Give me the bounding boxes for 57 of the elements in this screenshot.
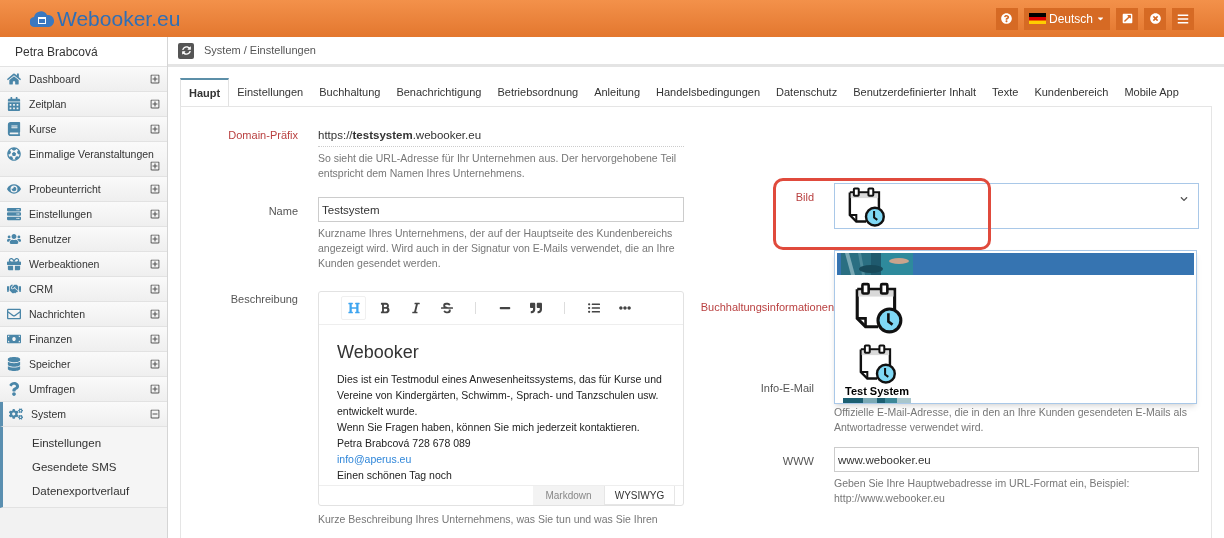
tab[interactable]: Handelsbedingungen — [648, 78, 768, 106]
help-text: Kurze Beschreibung Ihres Unternehmens, was Sie tun und was Sie Ihren — [318, 512, 659, 528]
field-label: Beschreibung — [229, 292, 298, 308]
sidebar-subitem[interactable]: Einstellungen — [3, 431, 167, 455]
help-text: So sieht die URL-Adresse für Ihr Unternehmen aus. Der hervorgehobene Teil entspricht dem Namen Ihres Unternehmens. — [318, 151, 678, 182]
sidebar-item[interactable]: Kurse — [0, 117, 167, 142]
sidebar-item[interactable]: Benutzer — [0, 227, 167, 252]
editor-mode-tab[interactable]: WYSIWYG — [604, 486, 675, 506]
field-label: WWW — [781, 454, 814, 469]
tab[interactable]: Betriebsordnung — [489, 78, 587, 106]
sidebar-item[interactable]: Zeitplan — [0, 92, 167, 117]
editor-paragraph: Einen schönen Tag noch — [337, 468, 453, 484]
domain-value: https://testsystem.webooker.eu — [318, 127, 684, 148]
sidebar-item[interactable]: System — [0, 402, 167, 427]
sidebar-item[interactable]: Dashboard — [0, 67, 167, 92]
language-dropdown[interactable]: Deutsch — [1023, 7, 1110, 30]
editor-paragraph: Wenn Sie Fragen haben, können Sie mich jederzeit kontaktieren. — [337, 420, 641, 436]
tab[interactable]: Texte — [984, 78, 1027, 106]
tab[interactable]: Einstellungen — [229, 78, 312, 106]
sidebar-item[interactable]: Probeunterricht — [0, 177, 167, 202]
tab[interactable]: Buchhaltung — [311, 78, 389, 106]
tab[interactable]: Mobile App — [1116, 78, 1187, 106]
sidebar-item[interactable]: Speicher — [0, 352, 167, 377]
sidebar-item[interactable]: Werbeaktionen — [0, 252, 167, 277]
field-label: Bild — [794, 190, 814, 205]
email-link[interactable]: info@aperus.eu — [337, 451, 665, 468]
tab[interactable]: Anleitung — [586, 78, 649, 106]
field-label: Info-E-Mail — [759, 380, 814, 396]
logo-text: Test System — [845, 385, 909, 398]
editor-heading: Webooker — [337, 341, 420, 364]
field-label: Domain-Präfix — [227, 128, 298, 143]
www-field[interactable]: www.webooker.eu — [834, 447, 1199, 472]
tab[interactable]: Benutzerdefinierter Inhalt — [845, 78, 985, 106]
name-field[interactable]: Testsystem — [318, 197, 684, 223]
sidebar-item[interactable]: Nachrichten — [0, 302, 167, 327]
sidebar-subitem[interactable]: Datenexportverlauf — [3, 479, 167, 503]
sidebar-item[interactable]: Einmalige Veranstaltungen — [0, 142, 167, 177]
sidebar-item[interactable]: Einstellungen — [0, 202, 167, 227]
help-text: Offizielle E-Mail-Adresse, die in den an Ihre Kunden gesendeten E-Mails als Antwortadresse verwendet wird. — [834, 405, 1188, 435]
editor-paragraph: Dies ist ein Testmodul eines Anwesenheitssystems, das für Kurse und Vereine von Kindergärten, Schwimm-, Sprach- und Tanzschulen usw. entwickelt wurde. — [337, 372, 663, 420]
sidebar-item[interactable]: Finanzen — [0, 327, 167, 352]
tab[interactable]: Benachrichtigung — [388, 78, 490, 106]
help-text: Geben Sie Ihre Hauptwebadresse im URL-Format ein, Beispiel: http://www.webooker.eu — [834, 476, 1131, 506]
tab[interactable]: Datenschutz — [768, 78, 846, 106]
image-option[interactable]: Test System — [837, 341, 1194, 403]
sidebar-subitem[interactable]: Gesendete SMS — [3, 455, 167, 479]
field-label: Buchhaltungsinformationen — [699, 300, 834, 315]
sidebar-item[interactable]: Umfragen — [0, 377, 167, 402]
sidebar-item[interactable]: CRM — [0, 277, 167, 302]
help-text: Kurzname Ihres Unternehmens, der auf der Hauptseite des Kundenbereichs angezeigt wird. Wird auch in der Signatur von E-Mails verwendet, die an Ihre Kunden gesendet werden. — [318, 226, 676, 272]
user-name: Petra Brabcová — [0, 37, 167, 67]
breadcrumb: System / Einstellungen — [204, 43, 316, 59]
field-label: Name — [267, 204, 298, 220]
tab[interactable]: Haupt — [180, 78, 230, 106]
tab[interactable]: Kundenbereich — [1026, 78, 1117, 106]
editor-paragraph: Petra Brabcová 728 678 089 — [337, 436, 472, 452]
brand-name: Webooker.eu — [57, 5, 181, 32]
